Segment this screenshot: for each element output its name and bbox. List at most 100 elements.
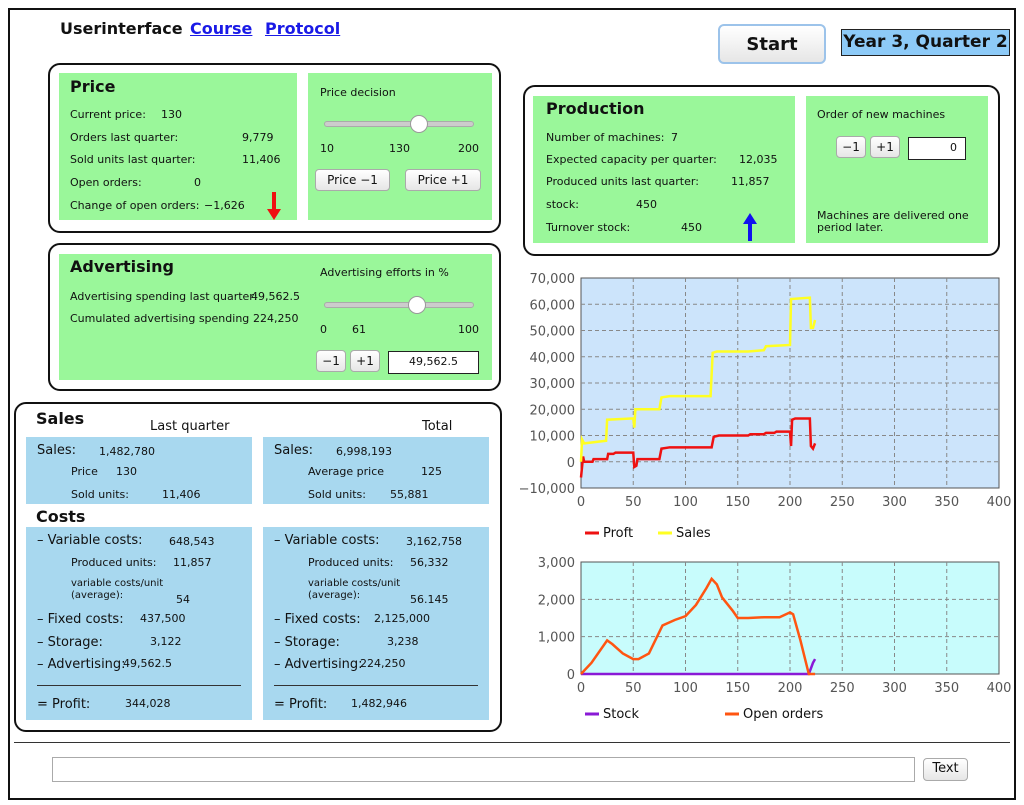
ad-cum-label: Cumulated advertising spending	[70, 312, 250, 325]
label: = Profit:	[274, 697, 328, 712]
col-last-quarter: Last quarter	[150, 419, 230, 434]
machine-order-input[interactable]: 0	[908, 137, 966, 160]
value: 56.145	[410, 593, 449, 606]
ad-plus-button[interactable]: +1	[350, 350, 380, 372]
divider	[274, 685, 478, 686]
label: Sales:	[37, 443, 76, 458]
machine-minus-button[interactable]: −1	[836, 136, 866, 158]
x-tick-label: 200	[778, 495, 803, 510]
label: variable costs/unit	[71, 578, 164, 589]
label: Sold units:	[308, 488, 366, 501]
machines-label: Number of machines:	[546, 131, 665, 144]
x-tick-label: 400	[987, 495, 1012, 510]
orders-value: 9,779	[242, 131, 274, 144]
sold-label: Sold units last quarter:	[70, 153, 196, 166]
label: variable costs/unit	[308, 578, 401, 589]
x-tick-label: 350	[934, 681, 959, 696]
machine-plus-button[interactable]: +1	[870, 136, 900, 158]
production-info: Production Number of machines: 7 Expecte…	[533, 96, 795, 243]
ad-amount-input[interactable]: 49,562.5	[388, 351, 479, 374]
price-plus-button[interactable]: Price +1	[405, 169, 481, 191]
change-open-orders-value: −1,626	[204, 199, 245, 212]
label: – Variable costs:	[274, 533, 380, 548]
price-minus-button[interactable]: Price −1	[315, 169, 390, 191]
x-tick-label: 0	[577, 681, 585, 696]
y-tick-label: 30,000	[530, 377, 576, 392]
y-tick-label: 60,000	[530, 298, 576, 313]
ad-efforts-label: Advertising efforts in %	[320, 266, 449, 279]
label: Produced units:	[308, 556, 394, 569]
x-tick-label: 100	[673, 495, 698, 510]
ad-minus-button[interactable]: −1	[316, 350, 346, 372]
price-decision-label: Price decision	[320, 86, 396, 99]
current-price-label: Current price:	[70, 108, 146, 121]
value: 56,332	[410, 556, 449, 569]
y-tick-label: 2,000	[538, 593, 575, 608]
y-tick-label: −10,000	[519, 482, 575, 497]
x-tick-label: 400	[987, 681, 1012, 696]
label: Produced units:	[71, 556, 157, 569]
price-title: Price	[70, 77, 116, 96]
capacity-value: 12,035	[739, 153, 778, 166]
text-input[interactable]	[52, 757, 915, 782]
ad-slider[interactable]	[324, 296, 474, 314]
course-link[interactable]: Course	[190, 19, 252, 38]
x-tick-label: 50	[625, 495, 642, 510]
label: = Profit:	[37, 697, 91, 712]
label: – Fixed costs:	[274, 612, 361, 627]
order-label: Order of new machines	[817, 108, 946, 121]
x-tick-label: 0	[577, 495, 585, 510]
value: 49,562.5	[123, 657, 172, 670]
label: Price	[71, 465, 98, 478]
label: Sold units:	[71, 488, 129, 501]
open-orders-label: Open orders:	[70, 176, 142, 189]
turnover-value: 450	[681, 221, 702, 234]
sales-title: Sales	[36, 409, 85, 428]
start-button[interactable]: Start	[718, 24, 826, 64]
label: – Advertising:	[37, 657, 126, 672]
ad-spend-label: Advertising spending last quarter:	[70, 290, 258, 303]
label: Sales:	[274, 443, 313, 458]
stock-orders-chart: 0 50 100 150 200 250 300 350 400 0 1,000 2,000 3,000…	[538, 556, 1012, 722]
value: 55,881	[390, 488, 429, 501]
sales-total-box: Sales: 6,998,193 Average price 125 Sold …	[263, 437, 489, 504]
y-tick-label: 0	[567, 456, 575, 471]
label: – Fixed costs:	[37, 612, 124, 627]
label: – Variable costs:	[37, 533, 143, 548]
capacity-label: Expected capacity per quarter:	[546, 153, 717, 166]
value: 6,998,193	[336, 445, 392, 458]
orders-label: Orders last quarter:	[70, 131, 179, 144]
produced-value: 11,857	[731, 175, 770, 188]
value: 2,125,000	[374, 612, 430, 625]
y-tick-label: 1,000	[538, 631, 575, 646]
x-tick-label: 100	[673, 681, 698, 696]
costs-title: Costs	[36, 507, 86, 526]
label: – Storage:	[37, 635, 103, 650]
label: – Advertising:	[274, 657, 363, 672]
value: 130	[116, 465, 137, 478]
label: (average):	[308, 590, 361, 601]
protocol-link[interactable]: Protocol	[265, 19, 340, 38]
ad-slider-thumb[interactable]	[408, 296, 426, 314]
x-tick-label: 200	[778, 681, 803, 696]
legend-label: Open orders	[743, 707, 824, 722]
stock-value: 450	[636, 198, 657, 211]
y-tick-label: 40,000	[530, 351, 576, 366]
ad-spend-value: 49,562.5	[251, 290, 300, 303]
sales-last-box: Sales: 1,482,780 Price 130 Sold units: 1…	[26, 437, 252, 504]
value: 437,500	[140, 612, 186, 625]
price-decision: Price decision 10 130 200 Price −1 Price…	[308, 73, 492, 220]
label: Average price	[308, 465, 385, 478]
legend-label: Sales	[676, 526, 711, 541]
y-tick-label: 70,000	[530, 272, 576, 287]
advertising-title: Advertising	[70, 257, 174, 276]
divider	[37, 685, 241, 686]
x-tick-label: 300	[882, 681, 907, 696]
y-tick-label: 3,000	[538, 556, 575, 571]
price-slider-thumb[interactable]	[410, 115, 428, 133]
value: 125	[421, 465, 442, 478]
text-button[interactable]: Text	[923, 758, 968, 781]
slider-min: 10	[320, 142, 334, 155]
price-slider[interactable]	[324, 115, 474, 133]
value: 54	[176, 593, 190, 606]
